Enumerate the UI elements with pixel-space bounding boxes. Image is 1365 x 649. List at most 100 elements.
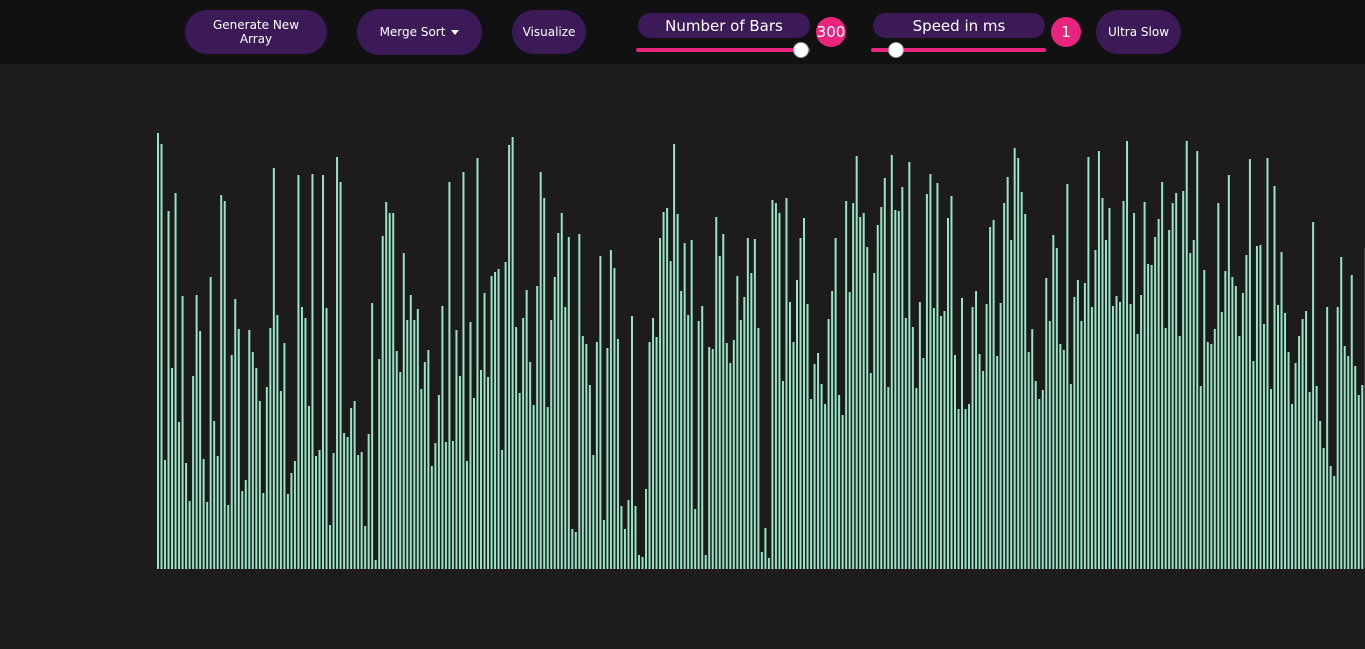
array-bar <box>901 187 904 569</box>
array-bar <box>1006 177 1009 569</box>
bars-count-badge: 300 <box>816 17 846 47</box>
array-bar <box>469 322 472 569</box>
array-bar <box>954 355 956 569</box>
array-bar <box>157 133 159 569</box>
array-bar <box>866 247 869 569</box>
array-bar <box>1234 286 1237 569</box>
array-bar <box>599 256 602 569</box>
array-bar <box>887 387 890 569</box>
array-bar <box>1185 141 1188 569</box>
array-bar <box>820 384 823 569</box>
array-bar <box>680 291 683 569</box>
array-bar <box>704 555 707 569</box>
array-bar <box>293 461 296 569</box>
array-bar <box>430 466 433 569</box>
array-bar <box>845 201 848 569</box>
array-bar <box>862 213 865 569</box>
array-bar <box>381 236 384 569</box>
array-bar <box>806 304 809 569</box>
array-bar <box>574 532 577 569</box>
array-bar <box>1248 159 1251 569</box>
array-bar <box>652 318 655 569</box>
array-bar <box>975 291 978 569</box>
array-bar <box>392 213 395 569</box>
array-bar <box>1227 175 1230 569</box>
array-bar <box>799 238 802 569</box>
algorithm-label: Merge Sort <box>379 25 446 39</box>
array-bar <box>413 320 416 569</box>
array-bar <box>279 391 282 569</box>
array-bar <box>276 315 279 569</box>
array-bar <box>1220 312 1223 569</box>
array-bar <box>1048 321 1051 569</box>
array-bar <box>357 455 360 569</box>
array-bar <box>1298 336 1301 569</box>
array-bar <box>810 399 813 569</box>
array-bar <box>1189 253 1192 569</box>
algorithm-dropdown[interactable]: Merge Sort <box>357 9 482 55</box>
array-bar <box>746 238 749 569</box>
array-bar <box>402 253 405 569</box>
array-bar <box>1343 346 1346 569</box>
array-bar <box>202 459 205 569</box>
array-bar <box>1087 157 1090 569</box>
array-bar <box>307 406 310 569</box>
array-bar <box>1062 350 1065 569</box>
array-bar <box>501 450 504 569</box>
visualize-button[interactable]: Visualize <box>512 10 586 54</box>
array-bar <box>785 198 788 569</box>
array-bar <box>420 389 423 569</box>
bars-slider-thumb[interactable] <box>793 42 810 58</box>
array-bar <box>343 433 346 569</box>
array-bar <box>1108 208 1111 569</box>
array-bar <box>1266 158 1269 569</box>
array-bar <box>248 330 251 569</box>
array-bar <box>206 502 209 569</box>
array-bar <box>192 376 195 569</box>
array-bar <box>722 234 725 569</box>
array-bar <box>655 337 658 569</box>
speed-slider-thumb[interactable] <box>887 42 904 58</box>
array-bar <box>613 268 616 569</box>
generate-array-button[interactable]: Generate New Array <box>185 10 327 54</box>
array-bar <box>817 353 820 569</box>
array-bar <box>385 202 388 569</box>
array-bar <box>666 208 669 569</box>
array-bar <box>195 295 198 569</box>
array-bar <box>939 316 942 569</box>
array-bar <box>532 405 535 569</box>
array-bar <box>371 303 374 569</box>
array-bar <box>1154 237 1157 569</box>
array-bar <box>659 238 662 569</box>
array-bar <box>852 203 855 569</box>
array-bar <box>494 272 497 569</box>
array-bar <box>1217 203 1220 569</box>
array-bar <box>1255 246 1258 569</box>
array-bar <box>1164 328 1167 569</box>
array-bar <box>529 362 532 569</box>
array-bar <box>1041 390 1044 569</box>
array-bar <box>964 409 967 569</box>
array-bar <box>508 145 511 569</box>
array-bar <box>1357 395 1360 569</box>
array-bar <box>1322 448 1325 569</box>
speed-mode-button[interactable]: Ultra Slow <box>1096 10 1181 54</box>
array-bar <box>1224 271 1227 569</box>
array-bar <box>578 234 581 569</box>
array-bar <box>796 280 798 569</box>
array-bar <box>834 238 837 569</box>
array-bar <box>662 212 665 569</box>
array-bar <box>581 336 584 569</box>
array-bar <box>588 385 591 569</box>
array-bar <box>1213 329 1216 569</box>
array-bar <box>209 277 212 569</box>
array-bar <box>462 172 465 569</box>
array-bar <box>813 364 816 569</box>
array-bar <box>1069 384 1072 569</box>
array-bar <box>346 437 349 569</box>
array-bar <box>269 328 272 569</box>
bars-slider-track[interactable] <box>636 48 810 52</box>
array-bar <box>824 404 827 569</box>
array-bar <box>1178 336 1181 569</box>
array-bar <box>1269 389 1272 569</box>
